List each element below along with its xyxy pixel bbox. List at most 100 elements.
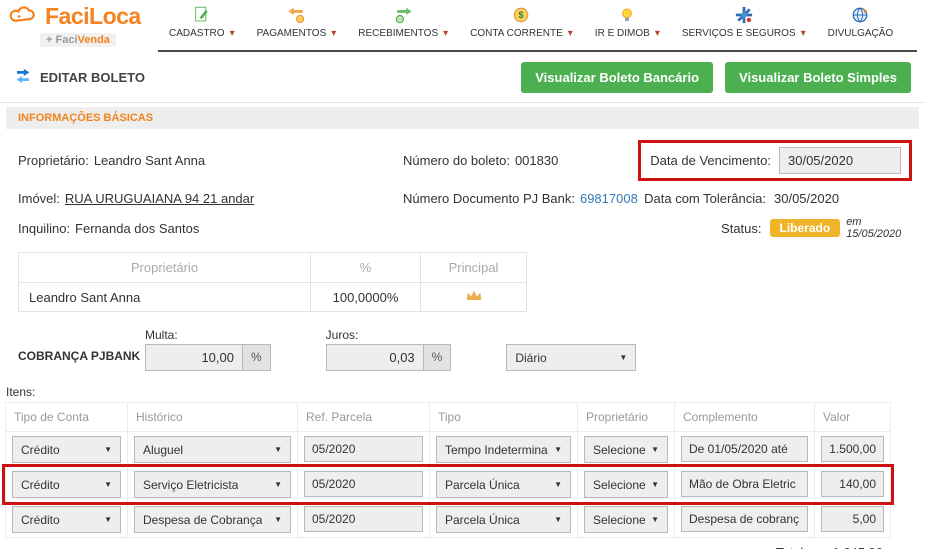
tipo-select[interactable]: Tempo Indeterminado ( — [436, 436, 571, 463]
field-proprietario: Proprietário: Leandro Sant Anna — [18, 153, 403, 168]
select-value: Crédito — [21, 443, 60, 457]
pagamentos-arrows-icon — [287, 5, 306, 25]
multa-field: Multa: % — [145, 328, 271, 371]
nav-item-cadastro[interactable]: CADASTRO — [158, 3, 246, 48]
status-date: em 15/05/2020 — [846, 216, 917, 240]
periodo-select[interactable]: Diário — [506, 344, 636, 371]
recebimentos-arrows-icon — [394, 5, 413, 25]
nav-item-pagamentos[interactable]: PAGAMENTOS — [246, 3, 348, 48]
complemento-input[interactable] — [681, 471, 808, 497]
juros-field: Juros: % — [326, 328, 452, 371]
page-title: EDITAR BOLETO — [40, 70, 145, 85]
divulgacao-globe-icon — [851, 5, 869, 25]
logo[interactable]: FaciLoca + FaciVenda — [8, 3, 158, 52]
select-value: Diário — [515, 351, 546, 365]
field-status: Status: Liberado em 15/05/2020 — [638, 216, 917, 240]
owner-percent: 100,0000% — [311, 283, 421, 312]
owner-name: Leandro Sant Anna — [19, 283, 311, 312]
owners-header-principal: Principal — [421, 253, 527, 283]
tipo-select[interactable]: Parcela Única — [436, 471, 571, 498]
items-header-tipo: Tipo — [430, 402, 578, 432]
status-badge: Liberado — [770, 219, 841, 237]
visualizar-boleto-bancario-button[interactable]: Visualizar Boleto Bancário — [521, 62, 713, 93]
cobranca-pjbank-section: COBRANÇA PJBANK Multa: % Juros: % Diário — [18, 328, 925, 371]
total-label: Total: — [675, 538, 815, 549]
vencimento-input[interactable] — [779, 147, 901, 174]
proprietario-label: Proprietário: — [18, 153, 89, 168]
section-informacoes-basicas: INFORMAÇÕES BÁSICAS — [6, 107, 919, 129]
page-header: EDITAR BOLETO Visualizar Boleto Bancário… — [0, 52, 925, 103]
select-value: Parcela Única — [445, 478, 520, 492]
brand-subtitle: + FaciVenda — [40, 33, 116, 47]
doc-pjbank-label: Número Documento PJ Bank: — [403, 191, 575, 206]
servicos-gear-icon — [735, 5, 753, 25]
proprietario-select[interactable]: Selecione — [584, 436, 668, 463]
juros-input[interactable] — [326, 344, 424, 371]
crown-icon — [465, 290, 483, 305]
item-row: Crédito Despesa de Cobrança Parcela Únic… — [5, 502, 891, 537]
historico-select[interactable]: Serviço Eletricista — [134, 471, 291, 498]
cadastro-document-icon — [193, 5, 210, 25]
proprietario-select[interactable]: Selecione — [584, 471, 668, 498]
select-value: Selecione — [593, 513, 645, 527]
valor-input[interactable] — [821, 471, 884, 497]
doc-pjbank-link[interactable]: 69817008 — [580, 191, 638, 206]
tipo-conta-select[interactable]: Crédito — [12, 436, 121, 463]
tipo-select[interactable]: Parcela Única — [436, 506, 571, 533]
items-total-row: Total: 1.645,00 — [5, 537, 891, 549]
historico-select[interactable]: Despesa de Cobrança — [134, 506, 291, 533]
complemento-input[interactable] — [681, 506, 808, 532]
ref-parcela-input[interactable] — [304, 436, 423, 462]
multa-suffix: % — [243, 344, 271, 371]
select-value: Tempo Indeterminado ( — [445, 443, 548, 457]
items-header-ref-parcela: Ref. Parcela — [298, 402, 430, 432]
complemento-input[interactable] — [681, 436, 808, 462]
inquilino-label: Inquilino: — [18, 221, 70, 236]
tipo-conta-select[interactable]: Crédito — [12, 471, 121, 498]
cloud-logo-icon — [8, 4, 42, 29]
top-header: FaciLoca + FaciVenda CADASTRO PAGAMENTOS — [0, 0, 925, 52]
nav-item-ir-dimob[interactable]: IR E DIMOB — [584, 3, 671, 48]
juros-label: Juros: — [326, 328, 452, 342]
ref-parcela-input[interactable] — [304, 506, 423, 532]
valor-input[interactable] — [821, 436, 884, 462]
brand-name: FaciLoca — [45, 3, 141, 30]
field-inquilino: Inquilino: Fernanda dos Santos — [18, 221, 403, 236]
item-row: Crédito Aluguel Tempo Indeterminado ( Se… — [5, 432, 891, 467]
select-value: Crédito — [21, 478, 60, 492]
basic-info-grid: Proprietário: Leandro Sant Anna Número do… — [0, 129, 925, 240]
multa-input[interactable] — [145, 344, 243, 371]
items-header-historico: Histórico — [128, 402, 298, 432]
valor-input[interactable] — [821, 506, 884, 532]
faciloca-app: FaciLoca + FaciVenda CADASTRO PAGAMENTOS — [0, 0, 925, 549]
items-header-row: Tipo de Conta Histórico Ref. Parcela Tip… — [5, 402, 891, 432]
visualizar-boleto-simples-button[interactable]: Visualizar Boleto Simples — [725, 62, 911, 93]
select-value: Serviço Eletricista — [143, 478, 238, 492]
total-value: 1.645,00 — [815, 538, 891, 549]
field-doc-pjbank: Número Documento PJ Bank: 69817008 — [403, 191, 638, 206]
select-value: Despesa de Cobrança — [143, 513, 262, 527]
items-header-tipo-conta: Tipo de Conta — [5, 402, 128, 432]
items-label: Itens: — [6, 385, 925, 399]
field-numero-boleto: Número do boleto:001830 — [403, 153, 638, 168]
owners-table-row: Leandro Sant Anna 100,0000% — [19, 283, 527, 312]
imovel-link[interactable]: RUA URUGUAIANA 94 21 andar — [65, 191, 254, 206]
owner-principal — [421, 283, 527, 312]
nav-item-conta-corrente[interactable]: $ CONTA CORRENTE — [459, 3, 584, 48]
svg-text:$: $ — [519, 10, 524, 20]
nav-item-divulgacao[interactable]: DIVULGAÇÃO — [817, 3, 905, 48]
tolerancia-label: Data com Tolerância: — [638, 191, 766, 206]
inquilino-value: Fernanda dos Santos — [75, 221, 199, 236]
nav-item-recebimentos[interactable]: RECEBIMENTOS — [347, 3, 459, 48]
historico-select[interactable]: Aluguel — [134, 436, 291, 463]
cobranca-label: COBRANÇA PJBANK — [18, 349, 145, 371]
tipo-conta-select[interactable]: Crédito — [12, 506, 121, 533]
nav-item-servicos-seguros[interactable]: SERVIÇOS E SEGUROS — [671, 3, 817, 48]
conta-corrente-coin-icon: $ — [512, 5, 530, 25]
proprietario-value: Leandro Sant Anna — [94, 153, 205, 168]
ref-parcela-input[interactable] — [304, 471, 423, 497]
select-value: Selecione — [593, 478, 645, 492]
annotation-highlight-vencimento: Data de Vencimento: — [638, 140, 912, 181]
owners-header-proprietario: Proprietário — [19, 253, 311, 283]
proprietario-select[interactable]: Selecione — [584, 506, 668, 533]
